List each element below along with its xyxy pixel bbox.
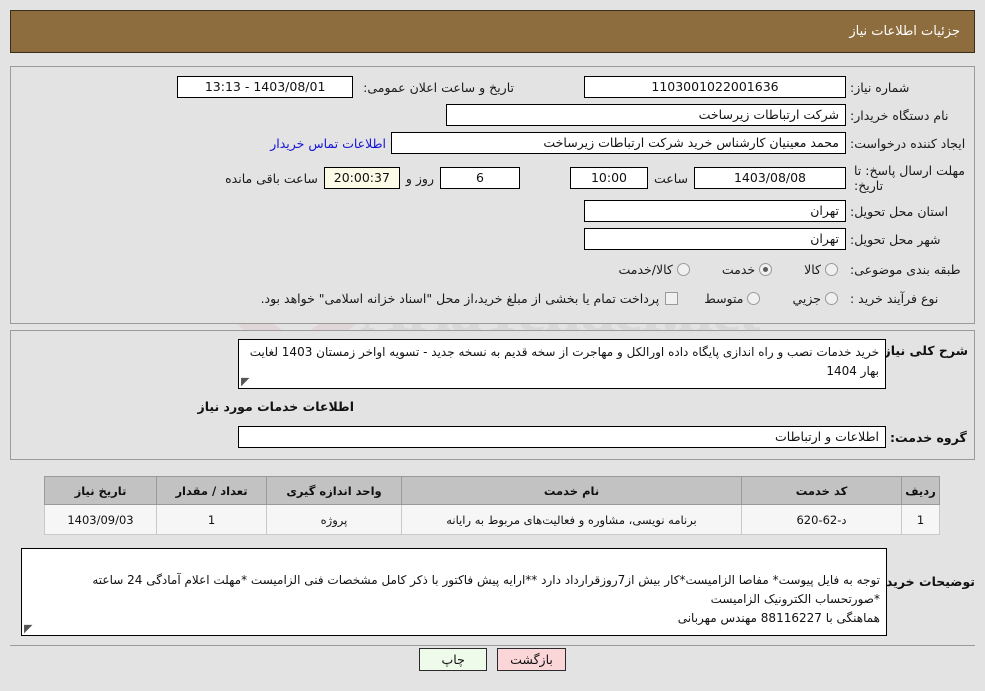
row-buyer-org: نام دستگاه خریدار: شرکت ارتباطات زیرساخت: [446, 103, 968, 127]
city-label: شهر محل تحویل:: [850, 231, 941, 247]
province-value: تهران: [584, 200, 846, 222]
resize-grip-icon[interactable]: ◥: [24, 622, 34, 635]
treasury-bonds-checkbox[interactable]: [665, 291, 679, 305]
hour-label: ساعت: [653, 170, 688, 186]
buyer-org-value: شرکت ارتباطات زیرساخت: [446, 104, 846, 126]
footer-actions: بازگشت چاپ: [0, 648, 985, 671]
need-number-label: شماره نیاز:: [850, 79, 910, 95]
category-label: طبقه بندی موضوعی:: [850, 261, 961, 277]
remaining-hours-label: ساعت باقی مانده: [225, 170, 318, 186]
cell-quantity: 1: [156, 504, 267, 535]
process-option-label: جزیي: [792, 290, 821, 306]
purchase-process-label: نوع فرآیند خرید :: [850, 290, 939, 306]
cell-radif: 1: [901, 504, 940, 535]
cell-unit: پروژه: [266, 504, 402, 535]
cell-need-date: 1403/09/03: [44, 504, 157, 535]
service-group-value: اطلاعات و ارتباطات: [238, 426, 886, 448]
cell-service-code: د-62-620: [741, 504, 902, 535]
page-title: جزئیات اطلاعات نیاز: [849, 24, 960, 39]
page-root: جزئیات اطلاعات نیاز AriaTender.net شماره…: [0, 0, 985, 691]
table-col-service-name: نام خدمت: [401, 476, 742, 505]
province-label: استان محل تحویل:: [850, 203, 949, 219]
process-option-jozi[interactable]: جزیي: [792, 291, 838, 306]
city-value: تهران: [584, 228, 846, 250]
row-deadline: مهلت ارسال پاسخ: تا تاریخ: 1403/08/08 سا…: [219, 159, 968, 197]
deadline-label: مهلت ارسال پاسخ: تا تاریخ:: [854, 163, 965, 193]
public-announce-label: تاریخ و ساعت اعلان عمومی:: [363, 79, 514, 95]
resize-grip-icon[interactable]: ◥: [241, 375, 251, 388]
radio-icon[interactable]: [747, 291, 761, 305]
buyer-notes-value[interactable]: توجه به فایل پیوست* مفاصا الزامیست*کار ب…: [21, 548, 887, 636]
deadline-time-value: 10:00: [569, 167, 648, 189]
category-option-khedmat[interactable]: خدمت: [721, 261, 773, 277]
requester-label: ایجاد کننده درخواست:: [850, 135, 966, 151]
services-section-heading: اطلاعات خدمات مورد نیاز: [197, 399, 355, 414]
buyer-notes-panel: توضیحات خریدار: توجه به فایل پیوست* مفاص…: [10, 548, 975, 643]
row-province: استان محل تحویل: تهران: [584, 199, 968, 223]
category-option-kala-khedmat[interactable]: کالا/خدمت: [618, 261, 690, 277]
row-need-number: شماره نیاز: 1103001022001636 تاریخ و ساع…: [177, 75, 968, 99]
need-info-panel: شماره نیاز: 1103001022001636 تاریخ و ساع…: [10, 66, 975, 324]
row-general-description: شرح کلی نیاز: خرید خدمات نصب و راه انداز…: [238, 339, 968, 389]
row-service-group: گروه خدمت: اطلاعات و ارتباطات: [238, 425, 968, 449]
deadline-date-value: 1403/08/08: [694, 167, 846, 189]
services-table: ردیف کد خدمت نام خدمت واحد اندازه گیری ت…: [44, 476, 940, 535]
table-col-need-date: تاریخ نیاز: [44, 476, 157, 505]
countdown-timer-value: 20:00:37: [323, 167, 400, 189]
process-option-label: متوسط: [704, 290, 744, 306]
description-panel: شرح کلی نیاز: خرید خدمات نصب و راه انداز…: [10, 330, 975, 460]
radio-icon[interactable]: [676, 262, 690, 276]
row-requester: ایجاد کننده درخواست: محمد معینیان کارشنا…: [265, 131, 968, 155]
category-option-label: خدمت: [721, 261, 756, 277]
public-announce-value: 1403/08/01 - 13:13: [177, 76, 354, 98]
cell-service-name: برنامه نویسی، مشاوره و فعالیت‌های مربوط …: [401, 504, 742, 535]
purchase-process-radio-group: جزیي متوسط: [678, 291, 838, 306]
table-col-service-code: کد خدمت: [741, 476, 902, 505]
page-header-bar: جزئیات اطلاعات نیاز: [10, 10, 975, 53]
row-buyer-notes: توضیحات خریدار: توجه به فایل پیوست* مفاص…: [21, 548, 975, 636]
remaining-days-value: 6: [439, 167, 520, 189]
treasury-bonds-note: پرداخت تمام یا بخشی از مبلغ خرید،از محل …: [260, 290, 660, 306]
row-city: شهر محل تحویل: تهران: [584, 227, 968, 251]
table-col-radif: ردیف: [901, 476, 940, 505]
need-number-value: 1103001022001636: [584, 76, 846, 98]
service-group-label: گروه خدمت:: [890, 429, 967, 445]
buyer-contact-link[interactable]: اطلاعات تماس خریدار: [265, 136, 391, 151]
radio-icon[interactable]: [759, 262, 773, 276]
category-radio-group: کالا خدمت کالا/خدمت: [592, 262, 838, 277]
row-purchase-process: نوع فرآیند خرید : جزیي متوسط پرداخت تمام…: [261, 286, 968, 310]
category-option-kala[interactable]: کالا: [804, 262, 838, 277]
requester-value: محمد معینیان کارشناس خرید شرکت ارتباطات …: [391, 132, 846, 154]
back-button[interactable]: بازگشت: [497, 648, 566, 671]
category-option-label: کالا/خدمت: [618, 261, 673, 277]
footer-divider: [10, 645, 975, 646]
days-and-label: روز و: [405, 170, 434, 186]
radio-icon[interactable]: [825, 262, 838, 276]
table-col-quantity: تعداد / مقدار: [156, 476, 267, 505]
general-description-text: خرید خدمات نصب و راه اندازی پایگاه داده …: [249, 345, 879, 378]
buyer-org-label: نام دستگاه خریدار:: [850, 107, 949, 123]
services-table-wrapper: ردیف کد خدمت نام خدمت واحد اندازه گیری ت…: [44, 476, 940, 535]
table-row: 1 د-62-620 برنامه نویسی، مشاوره و فعالیت…: [44, 504, 940, 535]
buyer-notes-label: توضیحات خریدار:: [869, 574, 975, 589]
table-header-row: ردیف کد خدمت نام خدمت واحد اندازه گیری ت…: [44, 476, 940, 505]
radio-icon[interactable]: [825, 291, 838, 305]
general-description-label: شرح کلی نیاز:: [878, 343, 968, 358]
process-option-motavaset[interactable]: متوسط: [704, 290, 761, 306]
table-col-unit: واحد اندازه گیری: [266, 476, 402, 505]
category-option-label: کالا: [804, 261, 821, 277]
buyer-notes-text: توجه به فایل پیوست* مفاصا الزامیست*کار ب…: [92, 573, 880, 625]
row-category: طبقه بندی موضوعی: کالا خدمت کالا/خدمت: [592, 257, 968, 281]
print-button[interactable]: چاپ: [419, 648, 488, 671]
general-description-value[interactable]: خرید خدمات نصب و راه اندازی پایگاه داده …: [238, 339, 886, 389]
